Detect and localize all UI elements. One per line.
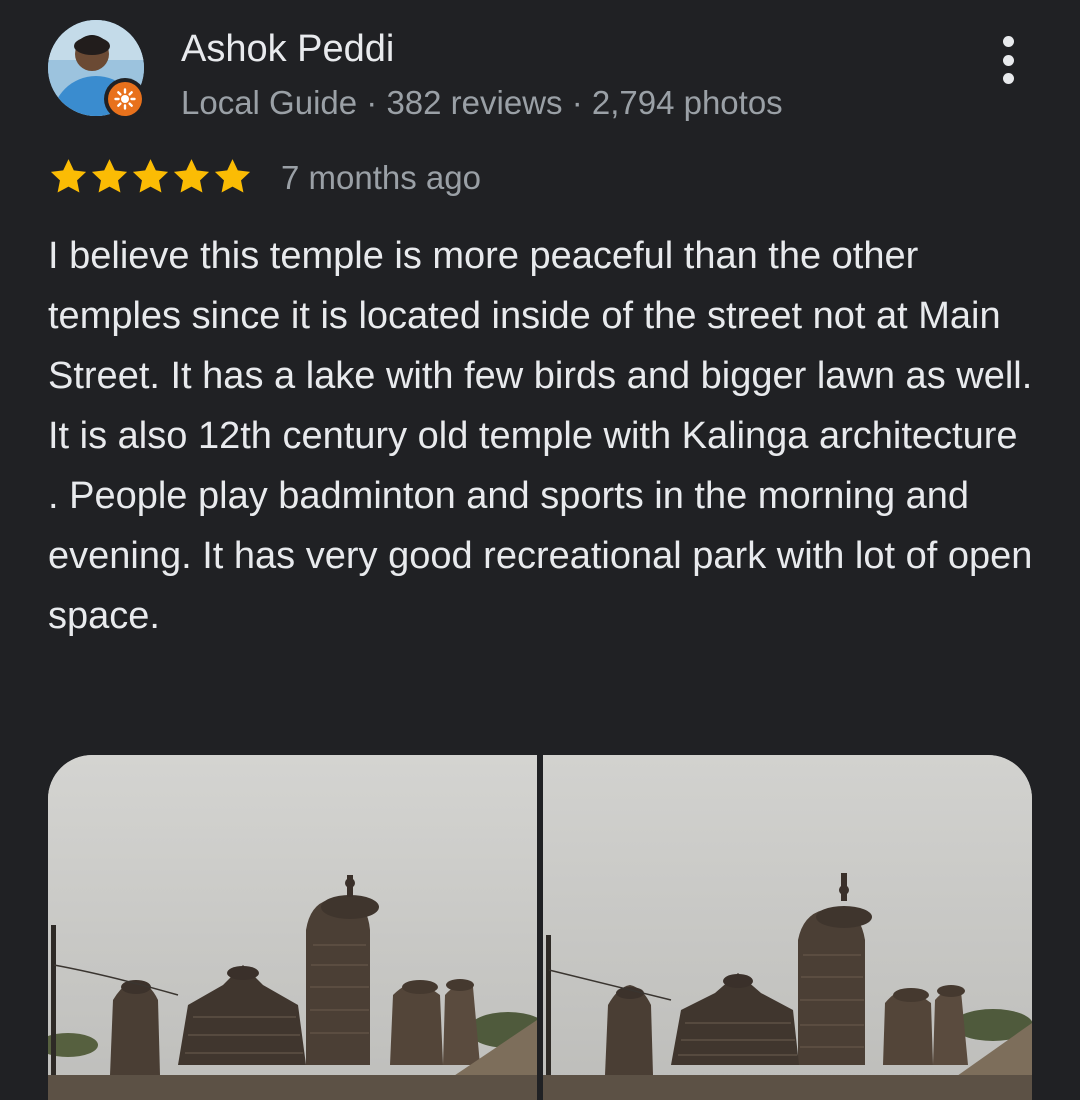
review-time: 7 months ago <box>281 159 481 196</box>
star-rating <box>48 156 253 197</box>
temple-photo-image <box>543 755 1032 1100</box>
review-photo-2[interactable] <box>543 755 1032 1100</box>
star-icon <box>91 159 128 193</box>
review-photo-1[interactable] <box>48 755 537 1100</box>
local-guide-badge-icon <box>104 78 146 120</box>
more-options-icon[interactable] <box>988 36 1028 84</box>
reviewer-name[interactable]: Ashok Peddi <box>181 26 394 72</box>
star-icon <box>50 159 87 193</box>
star-icon <box>173 159 210 193</box>
star-icon <box>132 159 169 193</box>
star-icon <box>214 159 251 193</box>
reviewer-meta: Local Guide · 382 reviews · 2,794 photos <box>181 84 783 121</box>
review-text[interactable]: I believe this temple is more peaceful t… <box>48 226 1038 646</box>
temple-photo-image <box>48 755 537 1100</box>
